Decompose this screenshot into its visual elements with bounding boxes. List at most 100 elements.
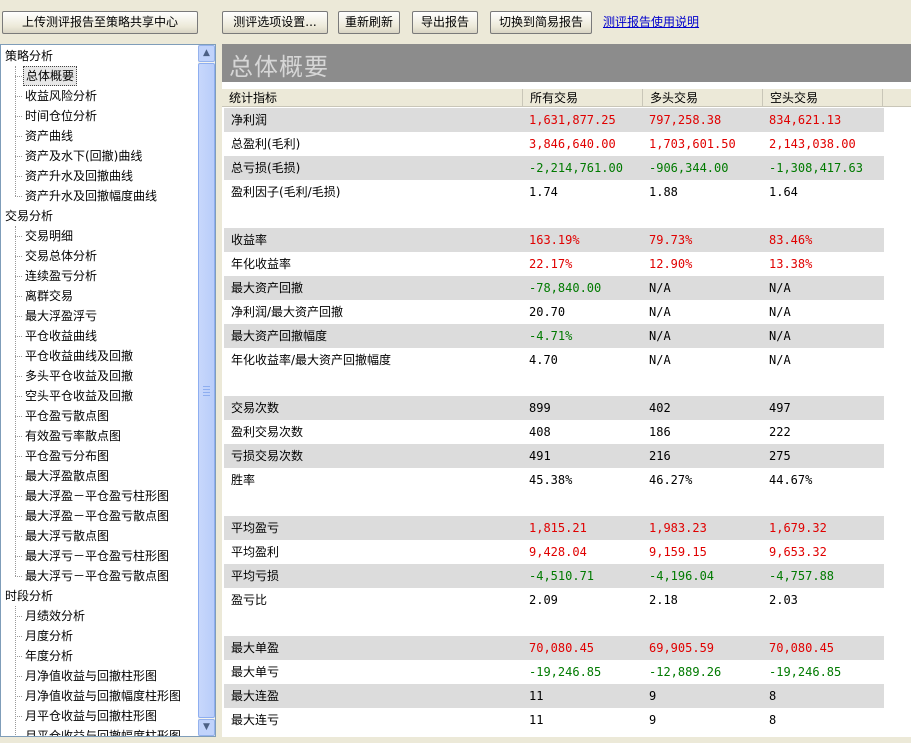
value-short: 8	[769, 689, 777, 703]
metric-label: 年化收益率	[231, 257, 292, 271]
tree-group[interactable]: 交易分析	[5, 206, 53, 226]
metric-label: 收益率	[231, 233, 268, 247]
tree-item[interactable]: 交易总体分析	[25, 246, 97, 266]
tree-item[interactable]: 连续盈亏分析	[25, 266, 97, 286]
tree-item[interactable]: 月度分析	[25, 626, 73, 646]
tree-item[interactable]: 最大浮盈－平仓盈亏柱形图	[25, 486, 169, 506]
value-short: 1,679.32	[769, 521, 827, 535]
value-short: 13.38%	[769, 257, 813, 271]
table-row: 最大资产回撤幅度 -4.71% N/A N/A	[224, 324, 884, 348]
tree-item[interactable]: 最大浮盈－平仓盈亏散点图	[25, 506, 169, 526]
value-long: 797,258.38	[649, 113, 722, 127]
table-row: 胜率 45.38% 46.27% 44.67%	[224, 468, 884, 492]
value-all: 9,428.04	[529, 545, 587, 559]
tree-item[interactable]: 最大浮盈散点图	[25, 466, 109, 486]
metric-label: 最大连盈	[231, 689, 280, 703]
value-short: 2,143,038.00	[769, 137, 856, 151]
tree-item[interactable]: 资产升水及回撤曲线	[25, 166, 133, 186]
scroll-up-button[interactable]: ▲	[198, 45, 215, 62]
value-long: 2.18	[649, 593, 678, 607]
tree-item[interactable]: 平仓盈亏分布图	[25, 446, 109, 466]
table-row: 交易次数 899 402 497	[224, 396, 884, 420]
tree-item[interactable]: 交易明细	[25, 226, 73, 246]
value-short: -1,308,417.63	[769, 161, 863, 175]
value-long: 1.88	[649, 185, 678, 199]
table-row: 最大单盈 70,080.45 69,905.59 70,080.45	[224, 636, 884, 660]
tree-item[interactable]: 最大浮亏－平仓盈亏散点图	[25, 566, 169, 586]
tree-item[interactable]: 资产曲线	[25, 126, 73, 146]
tree-item[interactable]: 时间仓位分析	[25, 106, 97, 126]
table-row: 收益率 163.19% 79.73% 83.46%	[224, 228, 884, 252]
tree-item[interactable]: 平仓收益曲线	[25, 326, 97, 346]
metric-label: 净利润/最大资产回撤	[231, 305, 344, 319]
metric-label: 平均盈亏	[231, 521, 280, 535]
value-short: 8	[769, 713, 777, 727]
tree-item[interactable]: 平仓盈亏散点图	[25, 406, 109, 426]
table-row: 盈利因子(毛利/毛损) 1.74 1.88 1.64	[224, 180, 884, 204]
tree-item[interactable]: 收益风险分析	[25, 86, 97, 106]
column-header-all[interactable]: 所有交易	[523, 89, 643, 107]
value-all: 45.38%	[529, 473, 573, 487]
tree-item[interactable]: 离群交易	[25, 286, 73, 306]
value-short: 275	[769, 449, 791, 463]
evaluation-options-button[interactable]: 测评选项设置...	[222, 11, 328, 34]
tree-item[interactable]: 多头平仓收益及回撤	[25, 366, 133, 386]
value-short: 83.46%	[769, 233, 813, 247]
value-all: -2,214,761.00	[529, 161, 623, 175]
value-long: 46.27%	[649, 473, 693, 487]
metric-label: 最大资产回撤	[231, 281, 304, 295]
refresh-button[interactable]: 重新刷新	[338, 11, 400, 34]
column-header-short[interactable]: 空头交易	[763, 89, 883, 107]
value-long: N/A	[649, 281, 671, 295]
value-long: -4,196.04	[649, 569, 715, 583]
tree-item[interactable]: 月净值收益与回撤幅度柱形图	[25, 686, 181, 706]
value-short: 1.64	[769, 185, 798, 199]
table-row: 年化收益率 22.17% 12.90% 13.38%	[224, 252, 884, 276]
export-report-button[interactable]: 导出报告	[412, 11, 478, 34]
tree-item[interactable]: 年度分析	[25, 646, 73, 666]
value-long: 402	[649, 401, 671, 415]
tree-item[interactable]: 总体概要	[23, 66, 78, 86]
table-row: 亏损交易次数 491 216 275	[224, 444, 884, 468]
metric-label: 最大资产回撤幅度	[231, 329, 328, 343]
tree-item[interactable]: 空头平仓收益及回撤	[25, 386, 133, 406]
metric-label: 平均盈利	[231, 545, 280, 559]
tree-scrollbar[interactable]: ▲ ▼	[198, 45, 215, 736]
metric-label: 平均亏损	[231, 569, 280, 583]
table-row: 最大资产回撤 -78,840.00 N/A N/A	[224, 276, 884, 300]
value-short: 497	[769, 401, 791, 415]
tree-item[interactable]: 月净值收益与回撤柱形图	[25, 666, 157, 686]
tree-item[interactable]: 平仓收益曲线及回撤	[25, 346, 133, 366]
tree-item[interactable]: 月平仓收益与回撤幅度柱形图	[25, 726, 181, 736]
tree-content: 策略分析 总体概要 收益风险分析 时间仓位分析 资产曲线 资产及水下(回撤)曲线 资产升水及…	[1, 45, 199, 736]
upload-report-button[interactable]: 上传测评报告至策略共享中心	[2, 11, 198, 34]
tree-item[interactable]: 资产及水下(回撤)曲线	[25, 146, 142, 166]
toolbar: 上传测评报告至策略共享中心 测评选项设置... 重新刷新 导出报告 切换到简易报…	[0, 0, 911, 42]
tree-item[interactable]: 最大浮亏散点图	[25, 526, 109, 546]
tree-item[interactable]: 资产升水及回撤幅度曲线	[25, 186, 157, 206]
switch-simple-report-button[interactable]: 切换到简易报告	[490, 11, 592, 34]
tree-item[interactable]: 月绩效分析	[25, 606, 85, 626]
tree-group[interactable]: 时段分析	[5, 586, 53, 606]
report-help-link[interactable]: 测评报告使用说明	[603, 13, 699, 30]
tree-item[interactable]: 最大浮盈浮亏	[25, 306, 97, 326]
metric-label: 年化收益率/最大资产回撤幅度	[231, 353, 392, 367]
metric-label: 胜率	[231, 473, 256, 487]
tree-group[interactable]: 策略分析	[5, 46, 53, 66]
value-all: 1,631,877.25	[529, 113, 616, 127]
column-header-metric[interactable]: 统计指标	[222, 89, 523, 107]
scroll-down-button[interactable]: ▼	[198, 719, 215, 736]
tree-item[interactable]: 最大浮亏－平仓盈亏柱形图	[25, 546, 169, 566]
value-all: 22.17%	[529, 257, 573, 271]
report-banner: 总体概要	[222, 44, 911, 82]
column-header-long[interactable]: 多头交易	[643, 89, 763, 107]
value-long: N/A	[649, 305, 671, 319]
scroll-thumb[interactable]	[198, 63, 215, 718]
report-panel: 总体概要 统计指标 所有交易 多头交易 空头交易 净利润 1,631,877.25…	[222, 44, 911, 737]
table-row: 年化收益率/最大资产回撤幅度 4.70 N/A N/A	[224, 348, 884, 372]
navigation-tree: 策略分析 总体概要 收益风险分析 时间仓位分析 资产曲线 资产及水下(回撤)曲线 资产升水及…	[0, 44, 216, 737]
tree-item[interactable]: 有效盈亏率散点图	[25, 426, 121, 446]
value-all: 899	[529, 401, 551, 415]
status-bar	[0, 737, 911, 743]
tree-item[interactable]: 月平仓收益与回撤柱形图	[25, 706, 157, 726]
